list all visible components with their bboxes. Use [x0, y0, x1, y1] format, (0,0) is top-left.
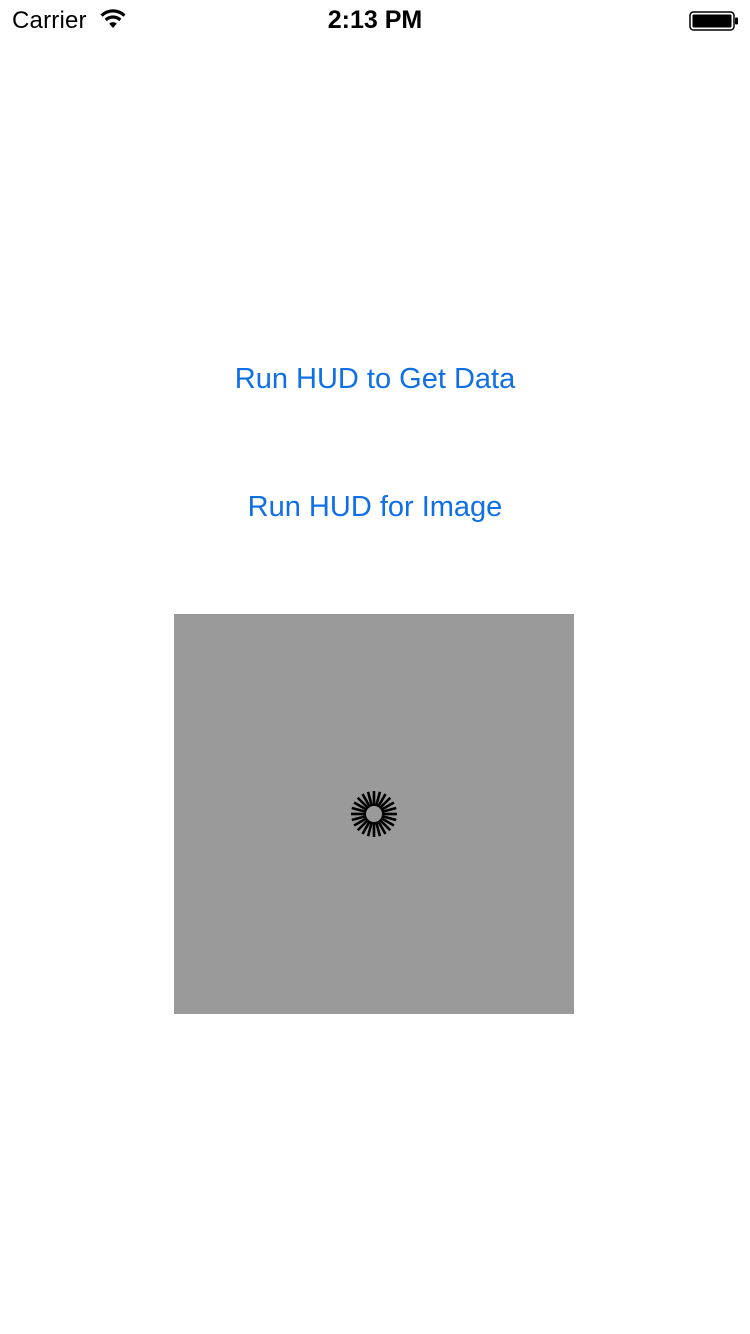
run-hud-get-data-button[interactable]: Run HUD to Get Data	[0, 363, 750, 396]
battery-icon	[689, 11, 738, 31]
activity-spinner-icon	[351, 791, 397, 837]
image-view	[174, 614, 574, 1014]
run-hud-for-image-button[interactable]: Run HUD for Image	[0, 491, 750, 524]
status-bar: Carrier 2:13 PM	[0, 0, 750, 40]
status-time: 2:13 PM	[327, 6, 423, 34]
